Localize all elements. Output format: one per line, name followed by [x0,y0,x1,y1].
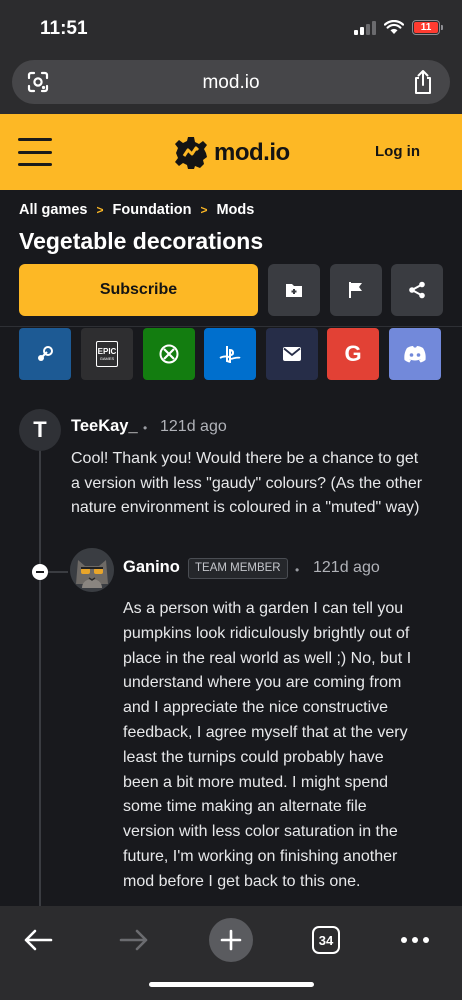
comment-time: 121d ago [313,559,380,576]
comment-author[interactable]: TeeKay_ [71,417,138,436]
playstation-icon [219,346,241,363]
section-divider [0,326,462,327]
new-tab-button[interactable] [209,918,253,962]
xbox-icon [159,344,179,364]
email-icon [283,347,301,361]
status-bar: 11:51 11 [0,0,462,56]
comment-body: As a person with a garden I can tell you… [123,600,412,890]
arrow-left-icon [24,929,53,951]
status-time: 11:51 [40,18,88,39]
epic-games-button[interactable]: EPIC GAMES [81,328,133,380]
status-icons: 11 [354,20,443,35]
wifi-icon [384,20,404,34]
breadcrumb-separator: > [200,203,208,217]
steam-icon [38,346,53,361]
avatar[interactable] [70,548,114,592]
google-icon: G [344,341,362,366]
cat-avatar-icon [70,548,114,592]
login-button[interactable]: Log in [375,143,420,160]
comment-body: Cool! Thank you! Would there be a chance… [71,450,423,516]
playstation-button[interactable] [204,328,256,380]
browser-toolbar: mod.io [0,56,462,114]
avatar[interactable]: T [19,409,61,451]
share-button[interactable] [391,264,443,316]
folder-plus-icon [286,284,302,297]
address-bar[interactable]: mod.io [12,60,450,104]
xbox-button[interactable] [143,328,195,380]
report-button[interactable] [330,264,382,316]
breadcrumb-all-games[interactable]: All games [19,202,88,218]
discord-button[interactable] [389,328,441,380]
discord-icon [404,346,426,363]
logo-text: mod.io [214,139,290,166]
epic-games-icon: EPIC GAMES [96,341,118,367]
breadcrumb-foundation[interactable]: Foundation [113,202,192,218]
cellular-signal-icon [354,20,376,35]
team-member-badge: TEAM MEMBER [188,558,288,579]
reply-branch-line [48,571,68,573]
comment-separator: • [295,563,300,577]
site-logo[interactable]: mod.io [174,136,290,170]
forward-button[interactable] [112,918,156,962]
tab-count: 34 [312,926,340,954]
more-icon [401,937,429,943]
share-icon[interactable] [412,69,434,95]
menu-icon[interactable] [18,138,52,166]
site-header: mod.io Log in [0,114,462,190]
collapse-thread-button[interactable] [32,564,48,580]
url-text: mod.io [202,72,260,93]
steam-button[interactable] [19,328,71,380]
modio-cog-icon [175,137,207,169]
breadcrumb: All games > Foundation > Mods [19,202,254,218]
comment-separator: • [143,421,148,435]
google-button[interactable]: G [327,328,379,380]
flag-icon [349,282,362,298]
battery-level: 11 [414,22,438,33]
comment-author[interactable]: Ganino [123,558,180,577]
comment-time: 121d ago [160,418,227,435]
comment-thread-line [39,450,41,910]
tab-switcher-button[interactable]: 34 [304,918,348,962]
breadcrumb-mods[interactable]: Mods [216,202,254,218]
more-menu-button[interactable] [393,918,437,962]
arrow-right-icon [119,929,148,951]
battery-icon: 11 [412,20,443,35]
back-button[interactable] [16,918,60,962]
share-nodes-icon [409,281,425,299]
email-button[interactable] [266,328,318,380]
page-title: Vegetable decorations [19,228,264,254]
plus-icon [209,918,253,962]
add-to-collection-button[interactable] [268,264,320,316]
home-indicator[interactable] [149,982,314,987]
breadcrumb-separator: > [96,203,104,217]
subscribe-button[interactable]: Subscribe [19,264,258,316]
